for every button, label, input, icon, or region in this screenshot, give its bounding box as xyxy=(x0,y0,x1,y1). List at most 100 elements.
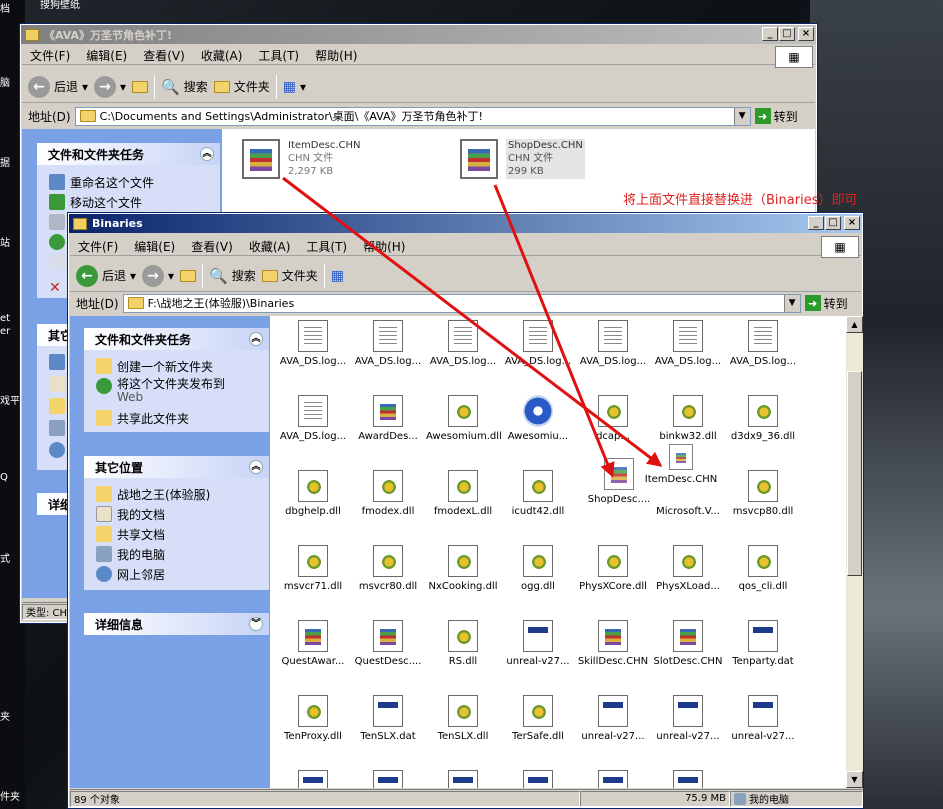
folders-button[interactable]: 文件夹 xyxy=(213,78,270,95)
file-item[interactable]: AwardDes... xyxy=(351,395,425,442)
chevron-down-icon[interactable]: ▾ xyxy=(82,80,88,94)
file-item[interactable]: qos_cli.dll xyxy=(726,545,800,592)
file-item[interactable]: dbghelp.dll xyxy=(276,470,350,517)
menu-favorites[interactable]: 收藏(A) xyxy=(249,238,291,255)
file-item[interactable]: dcap... xyxy=(576,395,650,442)
go-button[interactable]: ➜ 转到 xyxy=(754,108,798,125)
desktop-icon-label[interactable]: 式 xyxy=(0,550,10,565)
publish-web-link[interactable]: 将这个文件夹发布到 Web xyxy=(96,378,225,404)
file-item[interactable] xyxy=(276,770,350,788)
menu-edit[interactable]: 编辑(E) xyxy=(134,238,175,255)
expand-icon[interactable]: ︾ xyxy=(249,617,263,631)
file-item[interactable]: unreal-v27... xyxy=(651,695,725,742)
minimize-button[interactable]: _ xyxy=(762,27,778,41)
file-item[interactable] xyxy=(501,770,575,788)
collapse-icon[interactable]: ︽ xyxy=(200,147,214,161)
scroll-thumb[interactable] xyxy=(847,371,862,576)
menu-file[interactable]: 文件(F) xyxy=(78,238,118,255)
desktop-icon-label[interactable]: 戏平 xyxy=(0,392,20,407)
forward-button[interactable]: → ▾ xyxy=(94,75,126,98)
file-item[interactable]: PhysXLoad... xyxy=(651,545,725,592)
go-button[interactable]: ➜ 转到 xyxy=(804,295,848,312)
desktop-icon-label[interactable]: 脑 xyxy=(0,74,10,89)
other-places-header[interactable]: 其它位置 ︽ xyxy=(84,456,269,478)
file-item[interactable]: QuestAwar... xyxy=(276,620,350,667)
file-item[interactable]: AVA_DS.log... xyxy=(276,395,350,442)
chevron-down-icon[interactable]: ▾ xyxy=(120,80,126,94)
up-button[interactable] xyxy=(180,269,197,282)
file-item-itemdesc[interactable]: ItemDesc.CHN CHN 文件 2,297 KB xyxy=(242,139,361,179)
file-item[interactable]: QuestDesc.... xyxy=(351,620,425,667)
tasks-header[interactable]: 文件和文件夹任务 ︽ xyxy=(84,328,269,350)
file-item[interactable]: RS.dll xyxy=(426,620,500,667)
file-item[interactable]: TerSafe.dll xyxy=(501,695,575,742)
maximize-button[interactable]: □ xyxy=(825,216,841,230)
file-item[interactable]: Awesomiu... xyxy=(501,395,575,442)
desktop-icon-label[interactable]: 站 xyxy=(0,234,10,249)
share-folder-link[interactable]: 共享此文件夹 xyxy=(96,410,189,427)
file-item[interactable]: TenSLX.dll xyxy=(426,695,500,742)
folders-button[interactable]: 文件夹 xyxy=(261,267,318,284)
file-item[interactable]: icudt42.dll xyxy=(501,470,575,517)
file-item[interactable]: ogg.dll xyxy=(501,545,575,592)
file-item[interactable]: msvcr71.dll xyxy=(276,545,350,592)
collapse-icon[interactable]: ︽ xyxy=(249,460,263,474)
file-item[interactable]: Awesomium.dll xyxy=(426,395,502,442)
file-item[interactable]: AVA_DS.log... xyxy=(501,320,575,367)
place-link[interactable]: 战地之王(体验服) xyxy=(96,486,210,503)
tasks-header[interactable]: 文件和文件夹任务 ︽ xyxy=(37,143,220,165)
file-item[interactable] xyxy=(426,770,500,788)
file-item[interactable] xyxy=(576,770,650,788)
menu-favorites[interactable]: 收藏(A) xyxy=(201,47,243,64)
collapse-icon[interactable]: ︽ xyxy=(249,332,263,346)
file-item[interactable]: AVA_DS.log... xyxy=(576,320,650,367)
back-button[interactable]: ← 后退 ▾ xyxy=(76,264,136,287)
vertical-scrollbar[interactable]: ▲ ▼ xyxy=(846,316,863,788)
menu-file[interactable]: 文件(F) xyxy=(30,47,70,64)
desktop-icon-label[interactable]: 据 xyxy=(0,154,10,169)
file-item[interactable]: TenProxy.dll xyxy=(276,695,350,742)
views-button[interactable]: ▦ xyxy=(331,268,344,284)
binaries-explorer-window[interactable]: Binaries _ □ × 文件(F) 编辑(E) 查看(V) 收藏(A) 工… xyxy=(67,212,864,809)
file-item[interactable]: binkw32.dll xyxy=(651,395,725,442)
file-item[interactable]: unreal-v27... xyxy=(501,620,575,667)
menu-tools[interactable]: 工具(T) xyxy=(258,47,299,64)
file-item[interactable]: AVA_DS.log... xyxy=(426,320,500,367)
menu-tools[interactable]: 工具(T) xyxy=(306,238,347,255)
place-link[interactable]: 网上邻居 xyxy=(96,566,165,583)
rename-file-link[interactable]: 重命名这个文件 xyxy=(49,174,154,191)
desktop-icon-label[interactable]: 夹 xyxy=(0,708,10,723)
search-button[interactable]: 🔍 搜索 xyxy=(161,78,208,96)
back-window-titlebar[interactable]: 《AVA》万圣节角色补丁! _ □ × xyxy=(21,25,816,44)
file-item[interactable]: SkillDesc.CHN xyxy=(576,620,650,667)
close-button[interactable]: × xyxy=(798,27,814,41)
front-window-titlebar[interactable]: Binaries _ □ × xyxy=(69,214,862,233)
chevron-down-icon[interactable]: ▼ xyxy=(733,107,750,125)
desktop-icon-label[interactable]: er xyxy=(0,326,10,337)
menu-help[interactable]: 帮助(H) xyxy=(363,238,405,255)
search-button[interactable]: 🔍 搜索 xyxy=(209,267,256,285)
chevron-down-icon[interactable]: ▾ xyxy=(168,269,174,283)
maximize-button[interactable]: □ xyxy=(779,27,795,41)
file-item[interactable]: AVA_DS.log... xyxy=(351,320,425,367)
new-folder-link[interactable]: 创建一个新文件夹 xyxy=(96,358,213,375)
file-item[interactable]: fmodex.dll xyxy=(351,470,425,517)
file-item[interactable]: TenSLX.dat xyxy=(351,695,425,742)
place-link[interactable]: 我的电脑 xyxy=(96,546,165,563)
place-link[interactable]: 我的文档 xyxy=(96,506,165,523)
desktop-icon-label[interactable]: 件夹 xyxy=(0,788,20,803)
file-item[interactable]: d3dx9_36.dll xyxy=(726,395,800,442)
file-item[interactable]: SlotDesc.CHN xyxy=(651,620,725,667)
minimize-button[interactable]: _ xyxy=(808,216,824,230)
file-item[interactable]: fmodexL.dll xyxy=(426,470,500,517)
address-input[interactable]: C:\Documents and Settings\Administrator\… xyxy=(74,106,751,126)
scroll-down-button[interactable]: ▼ xyxy=(846,771,863,788)
desktop-icon-label[interactable]: et xyxy=(0,313,10,324)
back-button[interactable]: ← 后退 ▾ xyxy=(28,75,88,98)
file-item[interactable]: AVA_DS.log... xyxy=(651,320,725,367)
file-item[interactable]: msvcp80.dll xyxy=(726,470,800,517)
chevron-down-icon[interactable]: ▾ xyxy=(130,269,136,283)
file-item[interactable]: unreal-v27... xyxy=(726,695,800,742)
menu-edit[interactable]: 编辑(E) xyxy=(86,47,127,64)
scroll-up-button[interactable]: ▲ xyxy=(846,316,863,333)
